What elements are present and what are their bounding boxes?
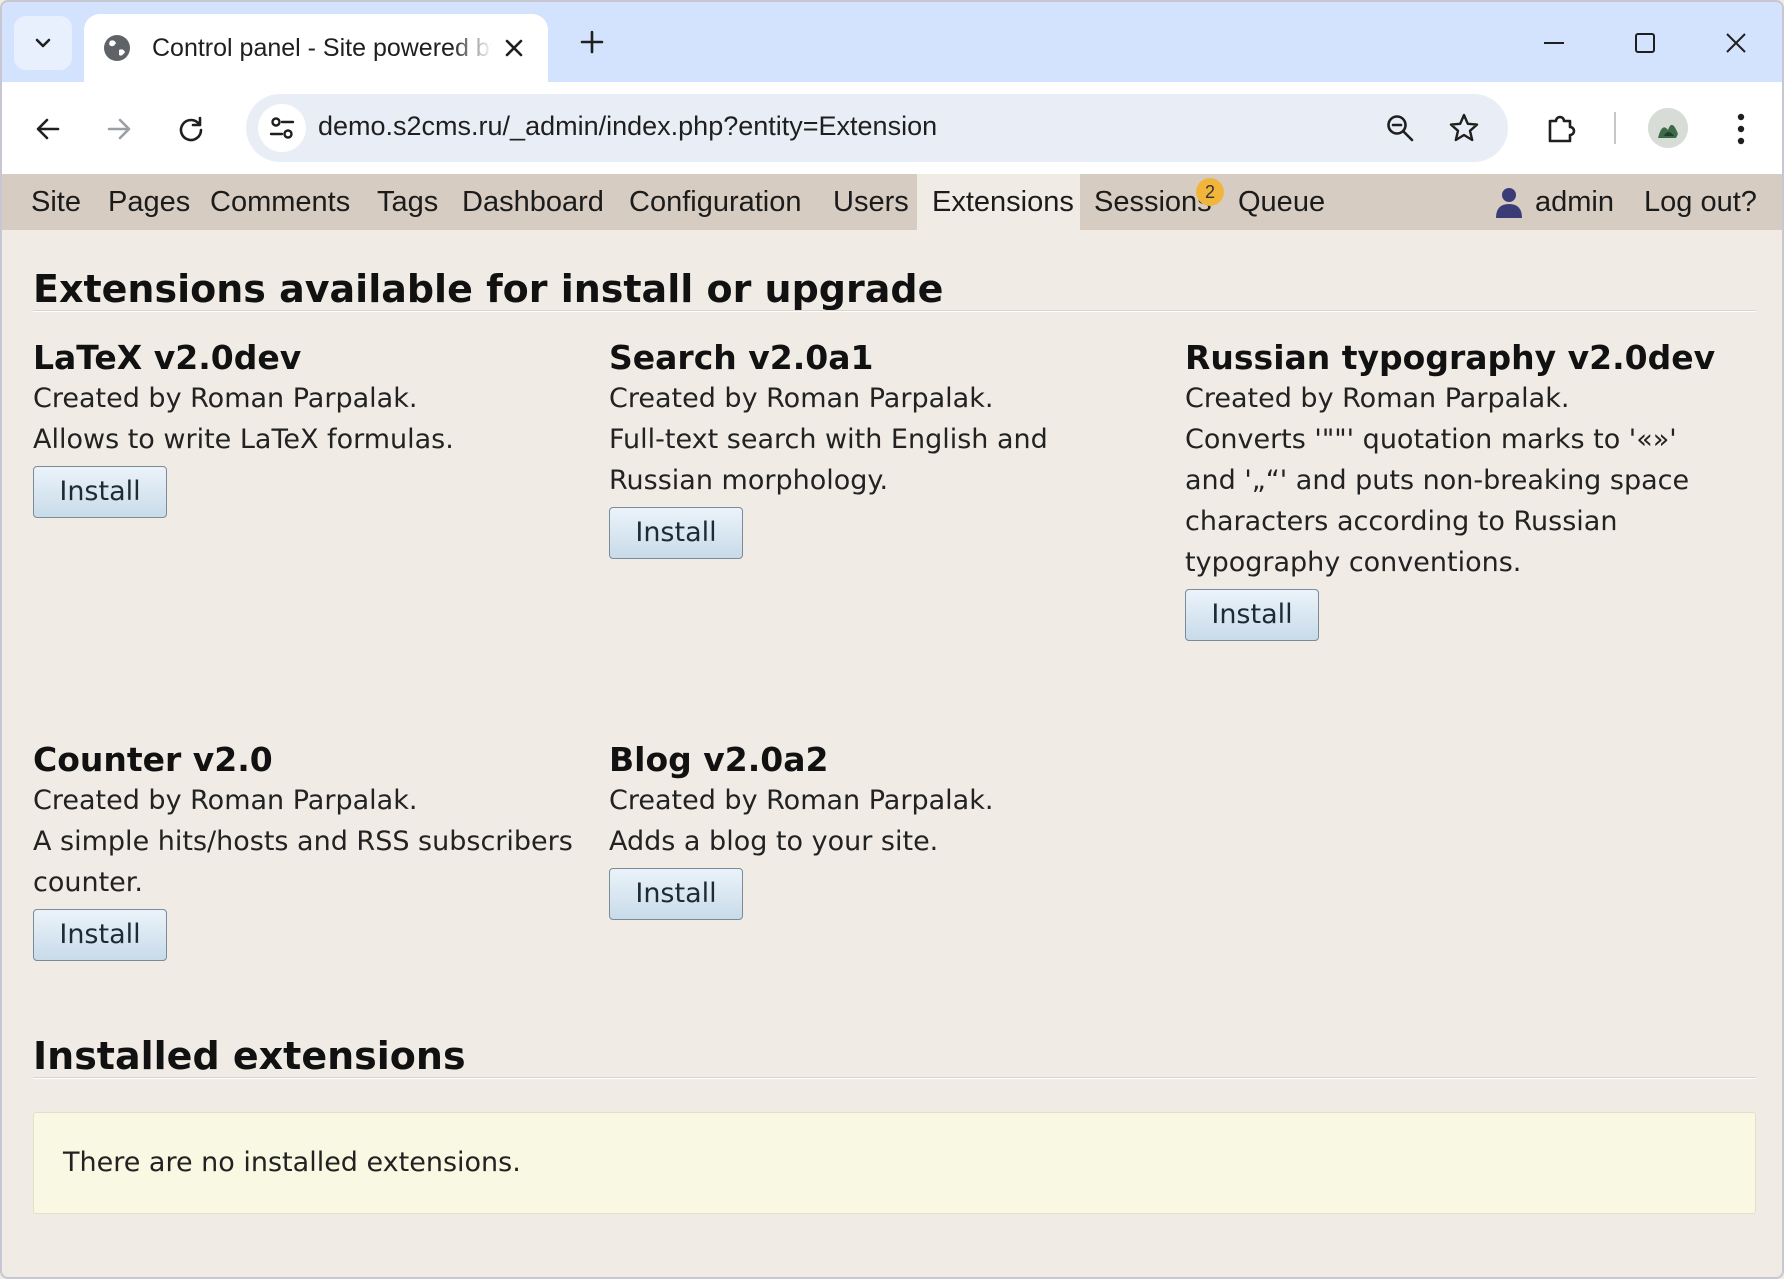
nav-logout[interactable]: Log out? [1644, 174, 1757, 230]
chevron-down-icon [35, 38, 51, 48]
nav-pages[interactable]: Pages [108, 174, 190, 230]
install-button[interactable]: Install [33, 909, 167, 961]
extension-card-counter: Counter v2.0 Created by Roman Parpalak. … [33, 740, 573, 961]
extension-name: Search v2.0a1 [609, 338, 874, 377]
close-icon [1726, 33, 1746, 53]
available-section-title: Extensions available for install or upgr… [33, 267, 944, 311]
maximize-icon [1635, 33, 1655, 53]
section-divider [33, 310, 1756, 312]
toolbar-divider [1614, 112, 1616, 144]
nav-extensions[interactable]: Extensions [932, 174, 1074, 230]
nav-user-admin[interactable]: admin [1535, 174, 1614, 230]
maximize-button[interactable] [1613, 16, 1677, 70]
extensions-button[interactable] [1538, 106, 1584, 152]
tab-strip: Control panel - Site powered by S2 [2, 2, 1782, 82]
close-window-button[interactable] [1704, 16, 1768, 70]
globe-icon [104, 35, 130, 61]
reload-icon [179, 116, 203, 142]
close-icon [505, 39, 523, 57]
minimize-button[interactable] [1522, 16, 1586, 70]
extension-card-search: Search v2.0a1 Created by Roman Parpalak.… [609, 338, 1149, 559]
nav-tags[interactable]: Tags [377, 174, 438, 230]
browser-menu-button[interactable] [1718, 106, 1764, 152]
install-button[interactable]: Install [1185, 589, 1319, 641]
site-info-button[interactable] [258, 104, 306, 152]
tune-icon [269, 117, 295, 139]
extension-description: Allows to write LaTeX formulas. [33, 424, 454, 455]
user-icon [1496, 188, 1522, 218]
install-button[interactable]: Install [609, 507, 743, 559]
tab-search-button[interactable] [14, 16, 72, 70]
extension-description: A simple hits/hosts and RSS subscribers … [33, 826, 573, 898]
active-tab[interactable]: Control panel - Site powered by S2 [84, 14, 548, 82]
arrow-left-icon [36, 118, 60, 140]
nav-users[interactable]: Users [833, 174, 909, 230]
browser-toolbar: demo.s2cms.ru/_admin/index.php?entity=Ex… [2, 82, 1782, 174]
plus-icon [580, 30, 604, 54]
arrow-right-icon [107, 118, 131, 140]
nav-site[interactable]: Site [31, 174, 81, 230]
nav-comments[interactable]: Comments [210, 174, 350, 230]
extension-description: Adds a blog to your site. [609, 826, 939, 857]
section-divider [33, 1077, 1756, 1079]
zoom-button[interactable] [1378, 106, 1422, 150]
address-bar[interactable]: demo.s2cms.ru/_admin/index.php?entity=Ex… [246, 94, 1508, 162]
extension-name: Russian typography v2.0dev [1185, 338, 1716, 377]
more-vertical-icon [1737, 113, 1745, 145]
extension-author: Created by Roman Parpalak. [33, 785, 418, 816]
nav-queue[interactable]: Queue [1238, 174, 1325, 230]
profile-avatar[interactable] [1648, 108, 1688, 148]
bookmark-button[interactable] [1442, 106, 1486, 150]
forward-button[interactable] [96, 106, 142, 152]
puzzle-icon [1548, 115, 1576, 143]
extension-name: Counter v2.0 [33, 740, 273, 779]
reload-button[interactable] [168, 106, 214, 152]
extension-card-latex: LaTeX v2.0dev Created by Roman Parpalak.… [33, 338, 573, 518]
extension-description: Full-text search with English and Russia… [609, 424, 1048, 496]
extension-description: Converts '""' quotation marks to '«»' an… [1185, 424, 1690, 578]
extension-name: LaTeX v2.0dev [33, 338, 302, 377]
admin-nav: Site Pages Comments Tags Dashboard Confi… [2, 174, 1782, 230]
tab-title: Control panel - Site powered by S2 [152, 33, 492, 62]
install-button[interactable]: Install [609, 868, 743, 920]
minimize-icon [1544, 42, 1564, 44]
extension-card-blog: Blog v2.0a2 Created by Roman Parpalak. A… [609, 740, 1149, 920]
browser-window: Control panel - Site powered by S2 [0, 0, 1784, 1279]
install-button[interactable]: Install [33, 466, 167, 518]
extension-author: Created by Roman Parpalak. [1185, 383, 1570, 414]
tab-close-button[interactable] [500, 34, 528, 62]
extension-author: Created by Roman Parpalak. [609, 383, 994, 414]
extension-card-russian-typography: Russian typography v2.0dev Created by Ro… [1185, 338, 1725, 641]
new-tab-button[interactable] [570, 20, 614, 64]
installed-section-title: Installed extensions [33, 1034, 466, 1078]
avatar-image [1648, 108, 1688, 148]
url-text[interactable]: demo.s2cms.ru/_admin/index.php?entity=Ex… [318, 111, 937, 142]
extension-author: Created by Roman Parpalak. [33, 383, 418, 414]
extension-author: Created by Roman Parpalak. [609, 785, 994, 816]
sessions-badge: 2 [1196, 178, 1224, 206]
extension-name: Blog v2.0a2 [609, 740, 829, 779]
no-installed-notice: There are no installed extensions. [33, 1112, 1756, 1214]
nav-configuration[interactable]: Configuration [629, 174, 802, 230]
back-button[interactable] [25, 106, 71, 152]
nav-sessions[interactable]: Sessions [1094, 174, 1212, 230]
nav-dashboard[interactable]: Dashboard [462, 174, 604, 230]
star-icon [1449, 113, 1479, 142]
zoom-out-icon [1387, 115, 1414, 142]
